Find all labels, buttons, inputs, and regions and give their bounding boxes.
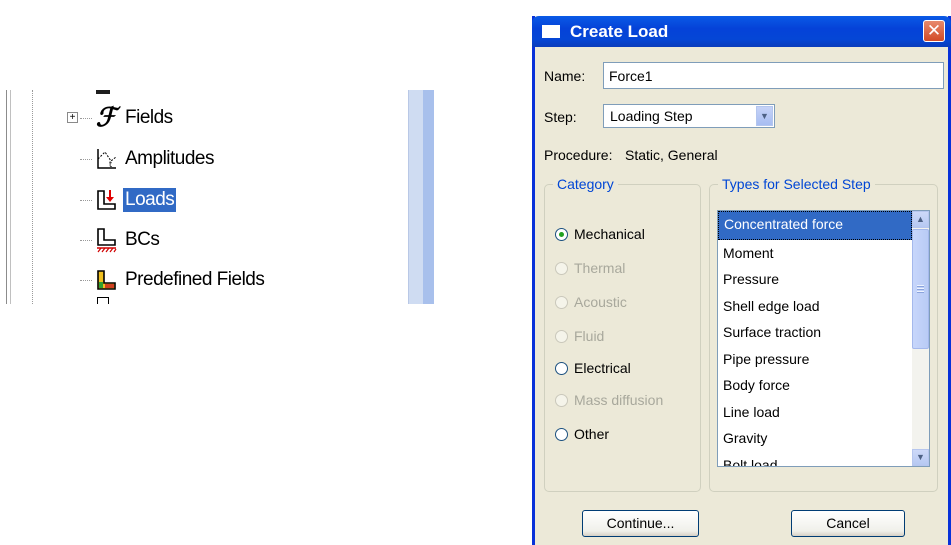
list-item[interactable]: Moment [718,240,912,267]
tree-item-label: Amplitudes [125,148,215,169]
cancel-button[interactable]: Cancel [791,510,905,537]
tree-item-fields[interactable]: + ℱ Fields [67,101,175,135]
step-label: Step: [544,109,577,125]
dialog-title: Create Load [570,22,669,41]
expand-icon[interactable]: + [67,112,78,123]
list-item[interactable]: Surface traction [718,319,912,346]
svg-text:t: t [109,160,112,169]
list-item[interactable]: Pressure [718,266,912,293]
radio-icon [555,227,568,241]
continue-button[interactable]: Continue... [582,510,699,537]
step-select[interactable]: Loading Step ▼ [603,104,775,128]
fields-icon: ℱ [95,103,117,133]
radio-icon [555,295,568,309]
radio-icon [555,393,568,407]
tree-item-loads[interactable]: Loads [80,183,177,217]
close-button[interactable]: ✕ [923,20,945,42]
tree-item-label: Loads [123,188,177,212]
list-item[interactable]: Bolt load [718,452,912,467]
radio-icon [555,427,568,441]
close-icon: ✕ [926,21,942,40]
radio-label: Mechanical [574,226,645,242]
category-group: Category Mechanical Thermal Acoustic Flu… [544,176,701,492]
types-listbox[interactable]: Concentrated force Moment Pressure Shell… [717,210,930,467]
loads-icon [94,187,118,213]
radio-label: Other [574,426,610,442]
tree-connector-line [32,90,33,304]
chevron-down-icon[interactable]: ▼ [756,106,773,126]
radio-acoustic: Acoustic [555,294,627,310]
scroll-up-icon[interactable]: ▲ [912,211,929,228]
tree-item-amplitudes[interactable]: t Amplitudes [80,142,216,176]
radio-thermal: Thermal [555,260,625,276]
clipped-icon [96,90,110,94]
list-item[interactable]: Gravity [718,425,912,452]
radio-icon [555,329,568,343]
amplitudes-icon: t [94,146,118,172]
types-group: Types for Selected Step Concentrated for… [709,176,938,492]
procedure-value: Static, General [625,147,718,163]
list-item[interactable]: Pipe pressure [718,346,912,373]
bcs-icon [94,227,118,253]
category-legend: Category [557,176,614,192]
tree-item-label: Predefined Fields [125,269,265,290]
clipped-icon [97,297,109,304]
tree-border-line [10,90,11,304]
tree-item-label: BCs [125,229,160,250]
list-item[interactable]: Line load [718,399,912,426]
radio-label: Mass diffusion [574,392,664,408]
predefined-fields-icon [94,267,118,293]
radio-mass-diffusion: Mass diffusion [555,392,663,408]
list-item[interactable]: Body force [718,372,912,399]
types-legend: Types for Selected Step [722,176,871,192]
radio-label: Fluid [574,328,605,344]
radio-fluid: Fluid [555,328,604,344]
tree-item-label: Fields [125,107,173,128]
model-tree: + ℱ Fields t Amplitudes Loads BCs Predef… [0,90,434,304]
radio-label: Thermal [574,260,626,276]
create-load-dialog: Create Load ✕ Name: Step: Loading Step ▼… [532,16,951,545]
list-item[interactable]: Concentrated force [718,211,912,240]
radio-label: Acoustic [574,294,627,310]
radio-icon [555,261,568,275]
window-icon [542,25,560,38]
list-item[interactable]: Shell edge load [718,293,912,320]
scroll-thumb[interactable] [912,229,929,349]
dialog-titlebar[interactable]: Create Load ✕ [532,16,951,47]
radio-label: Electrical [574,360,631,376]
procedure-label: Procedure: [544,147,613,163]
tree-item-predefined-fields[interactable]: Predefined Fields [80,263,266,297]
radio-other[interactable]: Other [555,426,609,442]
radio-electrical[interactable]: Electrical [555,360,631,376]
tree-border-line [6,90,7,304]
tree-scrollbar[interactable] [408,90,434,304]
name-input[interactable] [603,62,944,89]
types-scrollbar[interactable]: ▲ ▼ [912,211,929,466]
scroll-down-icon[interactable]: ▼ [912,449,929,466]
tree-item-bcs[interactable]: BCs [80,223,161,257]
name-label: Name: [544,68,586,84]
radio-icon [555,361,568,375]
radio-mechanical[interactable]: Mechanical [555,226,645,242]
step-select-value: Loading Step [610,108,693,124]
